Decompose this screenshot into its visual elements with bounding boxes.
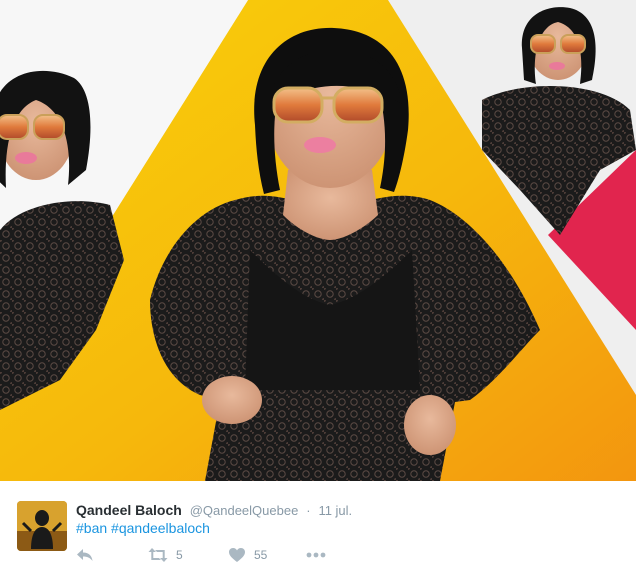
tweet-footer: Qandeel Baloch @QandeelQuebee · 11 jul. …: [0, 481, 636, 577]
like-button[interactable]: 55: [228, 547, 306, 563]
tweet-actions: 5 55: [76, 545, 326, 565]
hashtag-ban[interactable]: #ban: [76, 520, 107, 536]
tweet-timestamp[interactable]: 11 jul.: [318, 503, 352, 518]
avatar[interactable]: [17, 501, 67, 551]
header-separator: ·: [306, 503, 311, 518]
retweet-count: 5: [176, 548, 183, 562]
reply-button[interactable]: [76, 547, 148, 563]
reply-icon: [76, 547, 94, 563]
more-button[interactable]: [306, 552, 326, 558]
tweet-header: Qandeel Baloch @QandeelQuebee · 11 jul.: [76, 501, 352, 519]
tweet-media-photo[interactable]: [0, 0, 636, 481]
retweet-icon: [148, 547, 168, 563]
heart-icon: [228, 547, 246, 563]
like-count: 55: [254, 548, 268, 562]
more-icon: [306, 552, 326, 558]
display-name[interactable]: Qandeel Baloch: [76, 502, 182, 518]
user-handle[interactable]: @QandeelQuebee: [190, 503, 299, 518]
tweet-text: #ban #qandeelbaloch: [76, 519, 210, 537]
hashtag-qandeelbaloch[interactable]: #qandeelbaloch: [111, 520, 210, 536]
retweet-button[interactable]: 5: [148, 547, 228, 563]
